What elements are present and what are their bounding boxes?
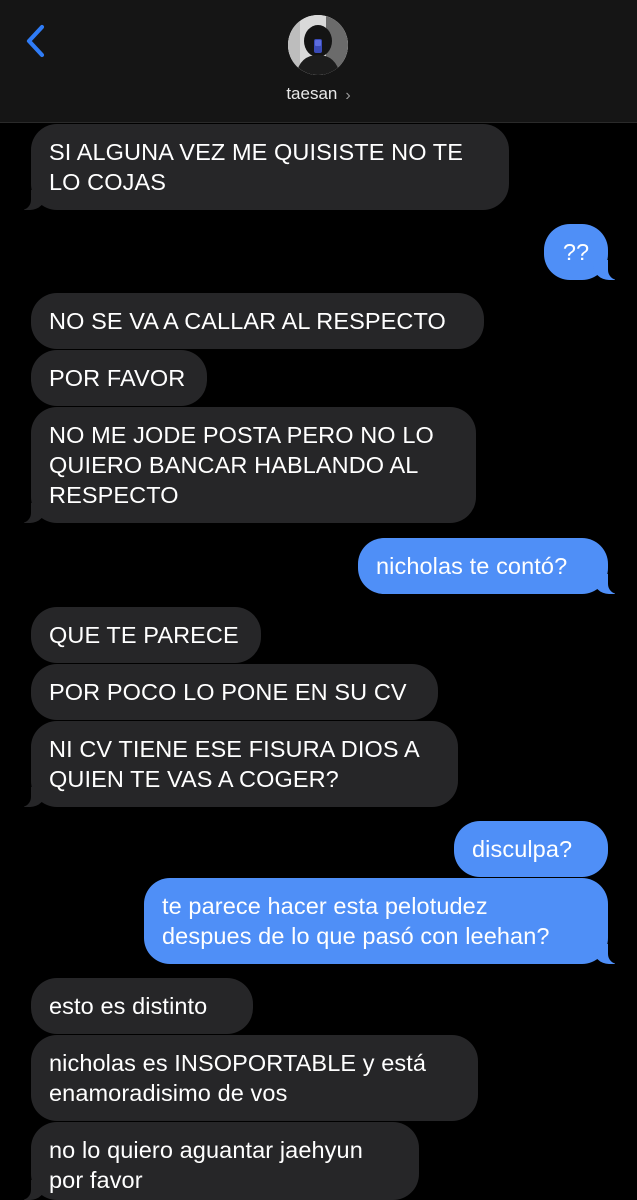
message-bubble-incoming[interactable]: NO SE VA A CALLAR AL RESPECTO [31,293,484,349]
message-text: nicholas es INSOPORTABLE y está enamorad… [49,1050,427,1106]
message-bubble-outgoing[interactable]: disculpa? [454,821,608,877]
message-bubble-incoming[interactable]: no lo quiero aguantar jaehyun por favor [17,1122,419,1200]
conversation-header: taesan › [0,0,637,123]
contact-name-button[interactable]: taesan › [0,84,637,104]
message-text: disculpa? [472,836,573,862]
message-thread[interactable]: SI ALGUNA VEZ ME QUISISTE NO TE LO COJAS… [0,122,637,1200]
message-text: no lo quiero aguantar jaehyun por favor [49,1137,363,1193]
message-text: nicholas te contó? [376,553,568,579]
message-bubble-incoming[interactable]: NI CV TIENE ESE FISURA DIOS A QUIEN TE V… [17,721,458,807]
message-text: te parece hacer esta pelotudez despues d… [162,893,550,949]
back-button[interactable] [20,22,54,62]
message-text: SI ALGUNA VEZ ME QUISISTE NO TE LO COJAS [49,139,464,195]
message-bubble-incoming[interactable]: NO ME JODE POSTA PERO NO LO QUIERO BANCA… [17,407,476,523]
message-text: NO SE VA A CALLAR AL RESPECTO [49,308,446,334]
message-text: POR POCO LO PONE EN SU CV [49,679,407,705]
message-bubble-incoming[interactable]: esto es distinto [31,978,253,1034]
message-bubble-outgoing[interactable]: te parece hacer esta pelotudez despues d… [144,878,622,964]
message-bubble-incoming[interactable]: QUE TE PARECE [31,607,261,663]
chevron-right-icon: › [345,87,351,104]
message-text: NO ME JODE POSTA PERO NO LO QUIERO BANCA… [49,422,434,508]
message-bubble-incoming[interactable]: POR POCO LO PONE EN SU CV [31,664,438,720]
message-text: NI CV TIENE ESE FISURA DIOS A QUIEN TE V… [49,736,420,792]
message-text: POR FAVOR [49,365,186,391]
message-text: QUE TE PARECE [49,622,239,648]
message-bubble-incoming[interactable]: POR FAVOR [31,350,207,406]
message-text: ?? [562,239,590,265]
profile-photo-icon [288,15,348,75]
chevron-left-icon [26,24,45,58]
contact-avatar[interactable] [288,15,348,75]
message-bubble-incoming[interactable]: SI ALGUNA VEZ ME QUISISTE NO TE LO COJAS [17,124,509,210]
contact-name: taesan [286,84,338,103]
message-bubble-incoming[interactable]: nicholas es INSOPORTABLE y está enamorad… [31,1035,478,1121]
message-bubble-outgoing[interactable]: ?? [544,224,622,280]
message-bubble-outgoing[interactable]: nicholas te contó? [358,538,622,594]
message-text: esto es distinto [49,993,208,1019]
